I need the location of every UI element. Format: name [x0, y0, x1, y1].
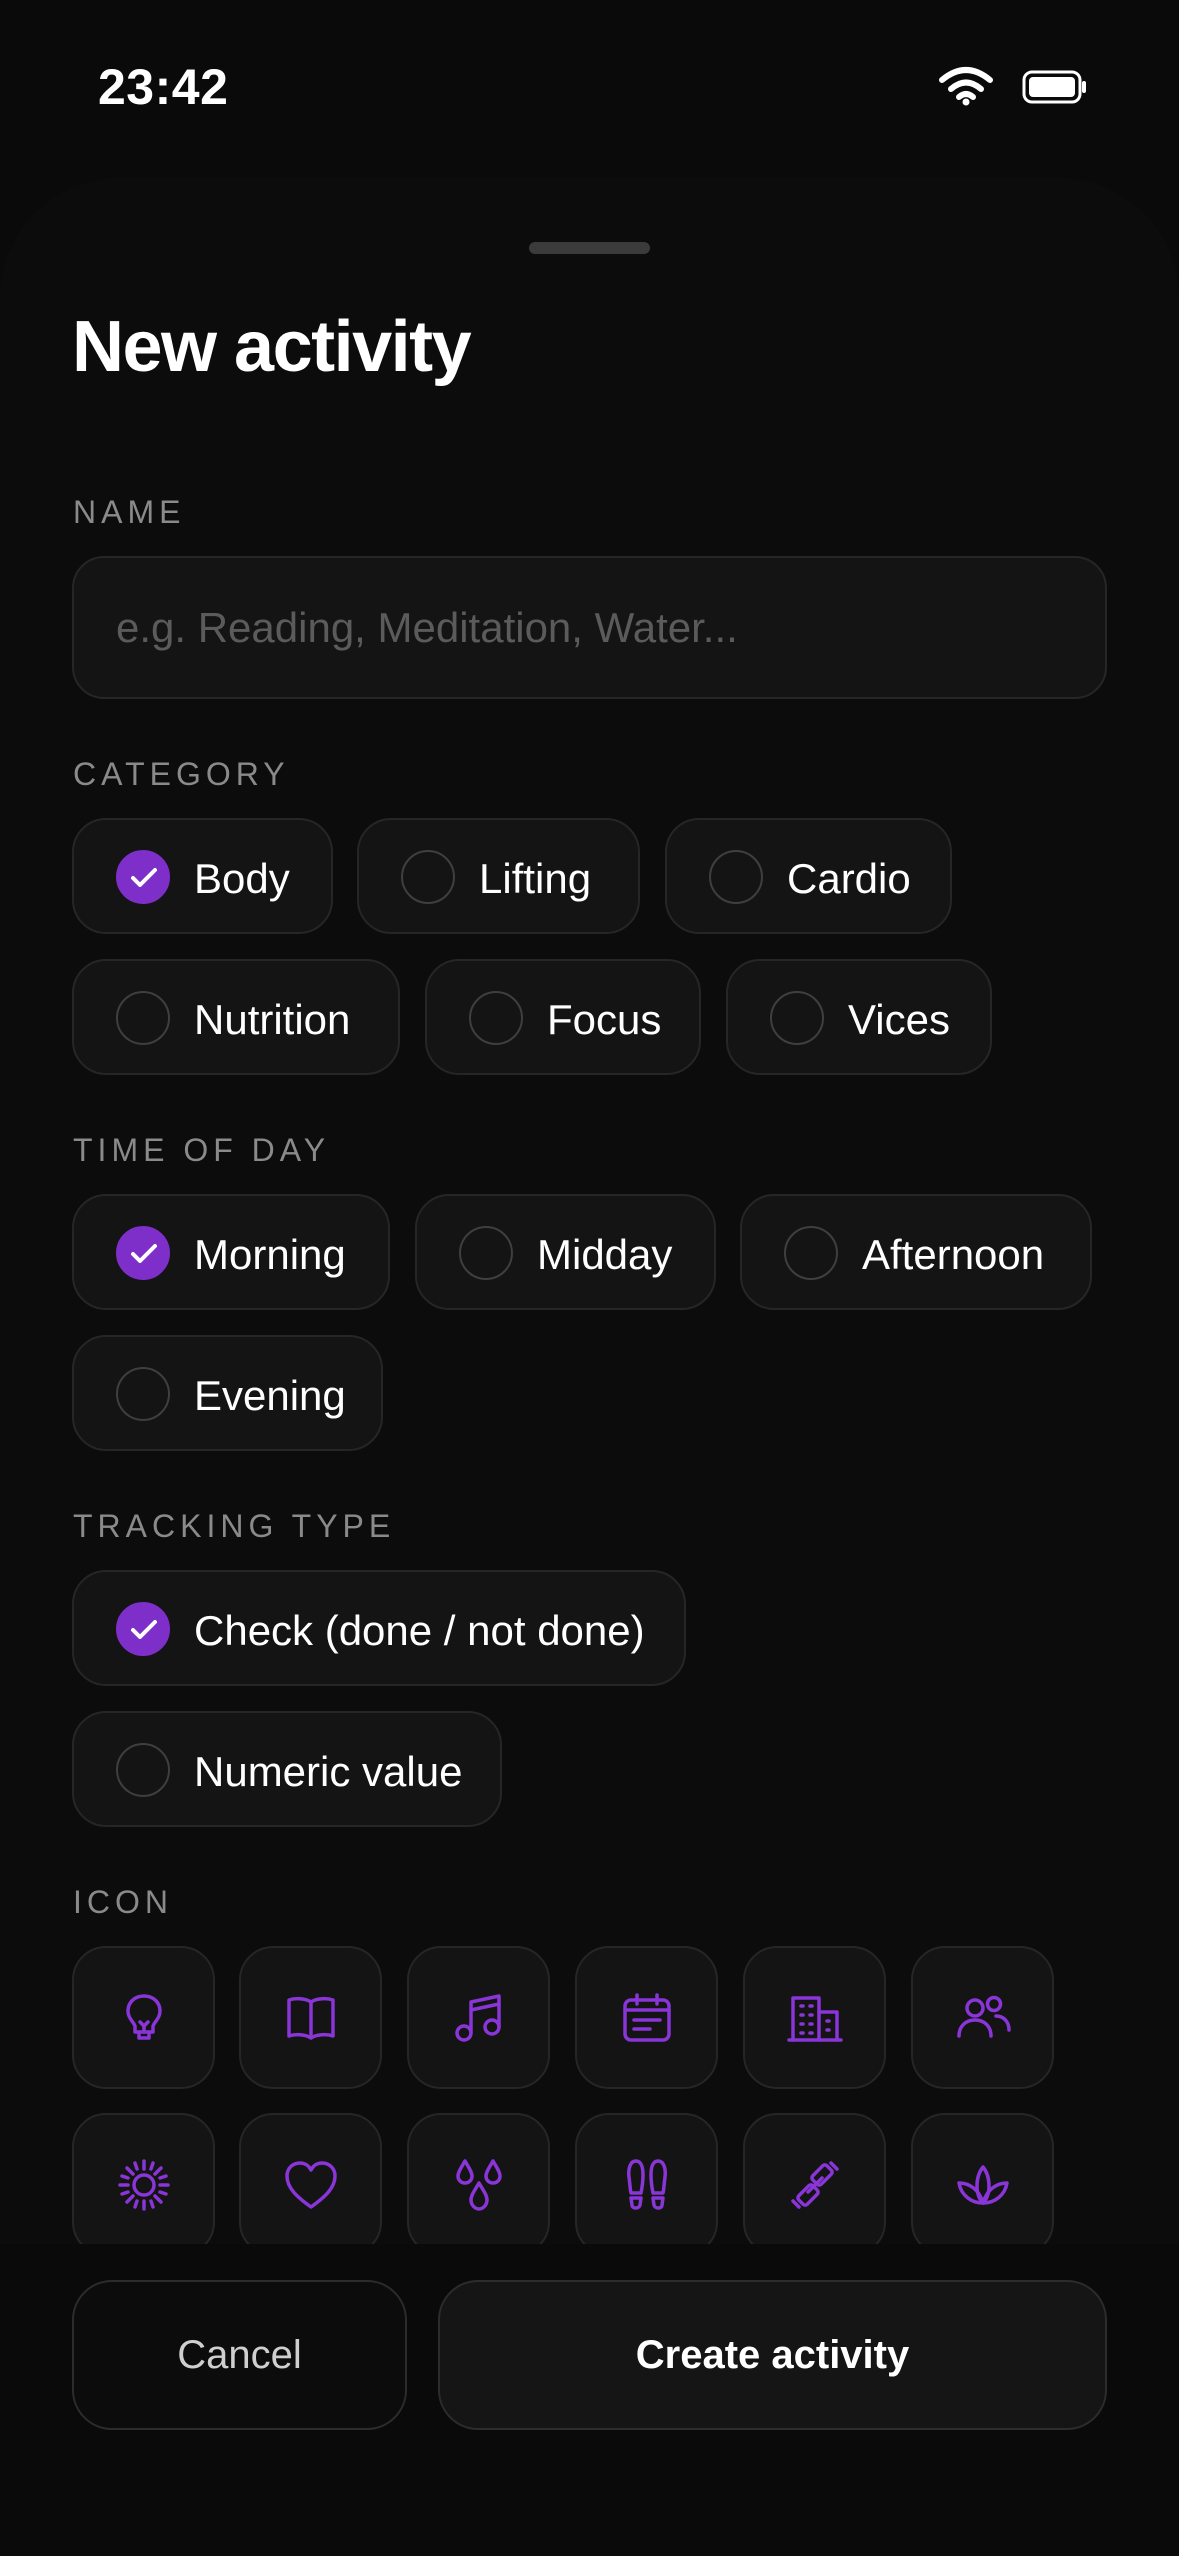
status-time: 23:42: [98, 59, 229, 115]
time-chip-afternoon[interactable]: Afternoon: [740, 1194, 1092, 1310]
time-chip-morning[interactable]: Morning: [72, 1194, 390, 1310]
category-chip-nutrition[interactable]: Nutrition: [72, 959, 400, 1075]
lightbulb-icon: [126, 1994, 162, 2040]
chip-label: Numeric value: [194, 1748, 463, 1795]
radio-unchecked: [116, 991, 170, 1045]
checkmark-icon: [131, 868, 157, 887]
icon-section-label: ICON: [73, 1884, 173, 1920]
radio-unchecked: [770, 991, 824, 1045]
icon-option-lightbulb[interactable]: [72, 1946, 215, 2089]
radio-checked: [116, 1602, 170, 1656]
category-chip-cardio[interactable]: Cardio: [665, 818, 952, 934]
category-chip-body[interactable]: Body: [72, 818, 333, 934]
chip-label: Nutrition: [194, 996, 351, 1043]
chip-label: Midday: [537, 1231, 673, 1278]
category-chip-lifting[interactable]: Lifting: [357, 818, 640, 934]
tracking-chip-numeric[interactable]: Numeric value: [72, 1711, 502, 1827]
droplets-icon: [456, 2159, 502, 2211]
time-chip-evening[interactable]: Evening: [72, 1335, 383, 1451]
icon-option-dumbbell[interactable]: [743, 2113, 886, 2256]
category-chip-vices[interactable]: Vices: [726, 959, 992, 1075]
name-input[interactable]: [72, 556, 1107, 699]
checkmark-icon: [131, 1244, 157, 1263]
checkmark-icon: [131, 1620, 157, 1639]
people-icon: [957, 1995, 1011, 2038]
radio-checked: [116, 850, 170, 904]
music-icon: [455, 1994, 501, 2042]
building-icon: [787, 1996, 843, 2042]
icon-option-music[interactable]: [407, 1946, 550, 2089]
chip-label: Focus: [547, 996, 662, 1043]
chip-label: Check (done / not done): [194, 1607, 645, 1654]
chip-label: Morning: [194, 1231, 346, 1278]
chip-label: Body: [194, 855, 290, 902]
radio-unchecked: [401, 850, 455, 904]
heart-icon: [285, 2161, 337, 2209]
icon-option-lotus[interactable]: [911, 2113, 1054, 2256]
icon-option-droplets[interactable]: [407, 2113, 550, 2256]
cancel-button[interactable]: Cancel: [72, 2280, 407, 2430]
radio-unchecked: [469, 991, 523, 1045]
radio-unchecked: [116, 1743, 170, 1797]
name-section-label: NAME: [73, 494, 186, 530]
tracking-chip-check[interactable]: Check (done / not done): [72, 1570, 686, 1686]
radio-unchecked: [709, 850, 763, 904]
sheet-title: New activity: [72, 307, 472, 387]
chip-label: Vices: [848, 996, 950, 1043]
sun-icon: [118, 2159, 170, 2211]
tracking-type-section-label: TRACKING TYPE: [73, 1508, 396, 1544]
category-section-label: CATEGORY: [73, 756, 290, 792]
dumbbell-icon: [791, 2161, 839, 2209]
footer-actions: Cancel Create activity: [0, 2244, 1179, 2556]
icon-option-calendar[interactable]: [575, 1946, 718, 2089]
chip-label: Lifting: [479, 855, 592, 902]
create-activity-button[interactable]: Create activity: [438, 2280, 1107, 2430]
footprints-icon: [627, 2159, 667, 2210]
book-icon: [287, 1996, 335, 2040]
icon-option-book[interactable]: [239, 1946, 382, 2089]
new-activity-sheet: New activity NAME CATEGORY Body Lifting …: [0, 178, 1179, 2556]
chip-label: Afternoon: [862, 1231, 1045, 1278]
radio-unchecked: [784, 1226, 838, 1280]
wifi-icon: [939, 67, 993, 106]
icon-option-building[interactable]: [743, 1946, 886, 2089]
icon-option-footprints[interactable]: [575, 2113, 718, 2256]
chip-label: Evening: [194, 1372, 346, 1419]
radio-unchecked: [116, 1367, 170, 1421]
new-activity-screen: 23:42 New activity NAME CATEGORY Body: [0, 0, 1179, 2556]
sheet-grabber[interactable]: [529, 242, 650, 254]
radio-checked: [116, 1226, 170, 1280]
chip-label: Cardio: [787, 855, 911, 902]
battery-icon: [1022, 70, 1086, 104]
lotus-icon: [957, 2165, 1009, 2205]
icon-option-people[interactable]: [911, 1946, 1054, 2089]
category-chip-focus[interactable]: Focus: [425, 959, 701, 1075]
icon-option-sun[interactable]: [72, 2113, 215, 2256]
radio-unchecked: [459, 1226, 513, 1280]
calendar-icon: [623, 1993, 671, 2042]
icon-option-heart[interactable]: [239, 2113, 382, 2256]
time-chip-midday[interactable]: Midday: [415, 1194, 716, 1310]
time-of-day-section-label: TIME OF DAY: [73, 1132, 331, 1168]
status-bar: 23:42: [0, 0, 1179, 170]
